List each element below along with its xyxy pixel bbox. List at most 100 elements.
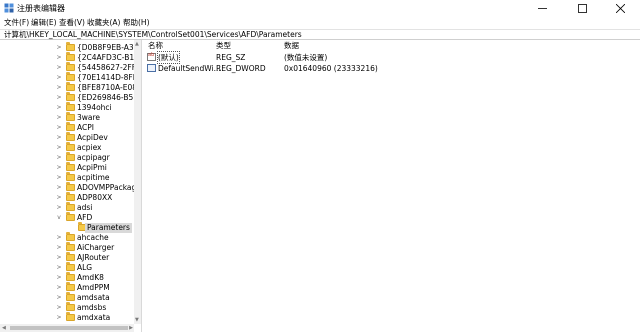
tree-item[interactable]: > amdxata bbox=[0, 312, 134, 323]
folder-icon bbox=[66, 242, 75, 251]
folder-icon bbox=[66, 232, 75, 241]
tree-item-label: ACPI bbox=[77, 123, 94, 132]
tree-item-label: {70E1414D-8FED- bbox=[77, 73, 142, 82]
tree-item-label: AmdK8 bbox=[77, 273, 104, 282]
chevron-down-icon[interactable]: v bbox=[56, 214, 62, 222]
tree-vertical-scrollbar[interactable]: ▲ ▼ bbox=[134, 40, 141, 324]
chevron-right-icon[interactable]: > bbox=[56, 94, 62, 102]
value-data: (数值未设置) bbox=[284, 53, 328, 62]
folder-icon bbox=[66, 52, 75, 61]
chevron-right-icon[interactable]: > bbox=[56, 254, 62, 262]
tree-item-label: AJRouter bbox=[77, 253, 110, 262]
folder-icon bbox=[66, 272, 75, 281]
maximize-icon bbox=[577, 4, 587, 13]
value-name[interactable]: DefaultSendWi... bbox=[158, 63, 221, 74]
folder-icon bbox=[66, 102, 75, 111]
value-row[interactable]: (默认) REG_SZ (数值未设置) bbox=[143, 51, 640, 64]
dword-value-icon bbox=[147, 64, 156, 72]
close-icon bbox=[616, 4, 625, 13]
address-bar[interactable]: 计算机\HKEY_LOCAL_MACHINE\SYSTEM\ControlSet… bbox=[0, 29, 640, 40]
value-row[interactable]: DefaultSendWi... REG_DWORD 0x01640960 (2… bbox=[143, 63, 640, 74]
chevron-right-icon[interactable]: > bbox=[56, 74, 62, 82]
chevron-right-icon[interactable]: > bbox=[56, 194, 62, 202]
scroll-thumb[interactable] bbox=[10, 326, 128, 330]
chevron-right-icon[interactable]: > bbox=[56, 114, 62, 122]
chevron-right-icon[interactable]: > bbox=[56, 144, 62, 152]
chevron-right-icon[interactable]: > bbox=[56, 234, 62, 242]
tree-item-label: {BFE8710A-E084- bbox=[77, 83, 142, 92]
folder-icon bbox=[66, 112, 75, 121]
tree-item-label: {ED269846-B51F- bbox=[77, 93, 142, 102]
tree-item-label: 1394ohci bbox=[77, 103, 112, 112]
folder-icon bbox=[66, 72, 75, 81]
chevron-right-icon[interactable]: > bbox=[56, 284, 62, 292]
scroll-left-icon[interactable]: ◀ bbox=[2, 324, 6, 332]
values-list-pane: 名称 类型 数据 (默认) REG_SZ (数值未设置) DefaultSend… bbox=[143, 40, 640, 332]
chevron-right-icon[interactable]: > bbox=[56, 314, 62, 322]
minimize-button[interactable] bbox=[522, 0, 562, 17]
folder-icon bbox=[66, 142, 75, 151]
folder-icon bbox=[66, 162, 75, 171]
chevron-right-icon[interactable]: > bbox=[56, 304, 62, 312]
menu-file[interactable]: 文件(F) bbox=[4, 17, 29, 29]
menu-edit[interactable]: 编辑(E) bbox=[31, 17, 57, 29]
folder-icon bbox=[66, 62, 75, 71]
tree-item-label: {D0B8F9EB-A316- bbox=[77, 43, 142, 52]
menu-view[interactable]: 查看(V) bbox=[59, 17, 85, 29]
title-bar: 注册表编辑器 bbox=[0, 0, 640, 17]
scroll-up-icon[interactable]: ▲ bbox=[135, 41, 139, 47]
chevron-right-icon[interactable]: > bbox=[56, 54, 62, 62]
close-button[interactable] bbox=[601, 0, 640, 17]
chevron-right-icon[interactable]: > bbox=[56, 274, 62, 282]
chevron-right-icon[interactable]: > bbox=[56, 124, 62, 132]
chevron-right-icon[interactable]: > bbox=[56, 264, 62, 272]
column-header-data[interactable]: 数据 bbox=[284, 41, 299, 51]
menu-help[interactable]: 帮助(H) bbox=[123, 17, 150, 29]
tree-item-label: amdsbs bbox=[77, 303, 107, 312]
chevron-right-icon[interactable]: > bbox=[56, 44, 62, 52]
tree-item-label: acpiex bbox=[77, 143, 102, 152]
tree-item-label: AiCharger bbox=[77, 243, 115, 252]
maximize-button[interactable] bbox=[562, 0, 602, 17]
chevron-right-icon[interactable]: > bbox=[56, 154, 62, 162]
chevron-right-icon[interactable]: > bbox=[56, 204, 62, 212]
menu-favorites[interactable]: 收藏夹(A) bbox=[87, 17, 120, 29]
value-name[interactable]: (默认) bbox=[157, 51, 180, 64]
tree-item-label: Parameters bbox=[85, 223, 132, 233]
chevron-right-icon[interactable]: > bbox=[56, 174, 62, 182]
minimize-icon bbox=[537, 8, 547, 9]
chevron-right-icon[interactable]: > bbox=[56, 294, 62, 302]
tree-item-label: ahcache bbox=[77, 233, 109, 242]
chevron-right-icon[interactable]: > bbox=[56, 184, 62, 192]
key-tree-pane: > {D0B8F9EB-A316- > {2C4AFD3C-B1C5 > {5445862… bbox=[0, 40, 142, 332]
chevron-right-icon[interactable]: > bbox=[56, 64, 62, 72]
folder-icon bbox=[66, 252, 75, 261]
scroll-down-icon[interactable]: ▼ bbox=[135, 317, 139, 323]
tree-item-label: acpipagr bbox=[77, 153, 110, 162]
tree-item-label: amdxata bbox=[77, 313, 111, 322]
chevron-right-icon[interactable]: > bbox=[56, 164, 62, 172]
scroll-right-icon[interactable]: ▶ bbox=[129, 324, 133, 332]
string-value-icon bbox=[147, 52, 156, 61]
tree-item[interactable]: v AFD bbox=[0, 212, 134, 223]
folder-icon bbox=[66, 132, 75, 141]
value-type: REG_SZ bbox=[216, 53, 246, 62]
menu-bar: 文件(F) 编辑(E) 查看(V) 收藏夹(A) 帮助(H) bbox=[0, 17, 640, 29]
column-header-name[interactable]: 名称 bbox=[148, 41, 163, 51]
tree-item-label: ADP80XX bbox=[77, 193, 113, 202]
address-path[interactable]: 计算机\HKEY_LOCAL_MACHINE\SYSTEM\ControlSet… bbox=[4, 30, 302, 40]
tree-item-label: ALG bbox=[77, 263, 93, 272]
chevron-right-icon[interactable]: > bbox=[56, 134, 62, 142]
chevron-right-icon[interactable]: > bbox=[56, 104, 62, 112]
chevron-right-icon[interactable]: > bbox=[56, 244, 62, 252]
folder-icon bbox=[66, 122, 75, 131]
tree-item-label: {2C4AFD3C-B1C5 bbox=[77, 53, 142, 62]
tree-item-label: adsi bbox=[77, 203, 93, 212]
tree-horizontal-scrollbar[interactable]: ◀ ▶ bbox=[0, 324, 134, 332]
chevron-right-icon[interactable]: > bbox=[56, 84, 62, 92]
tree-item-label: AcpiPmi bbox=[77, 163, 107, 172]
tree-item-label: ADOVMPPackage bbox=[77, 183, 141, 192]
column-header-type[interactable]: 类型 bbox=[216, 41, 231, 51]
folder-icon bbox=[66, 82, 75, 91]
tree-item-label: AmdPPM bbox=[77, 283, 110, 292]
